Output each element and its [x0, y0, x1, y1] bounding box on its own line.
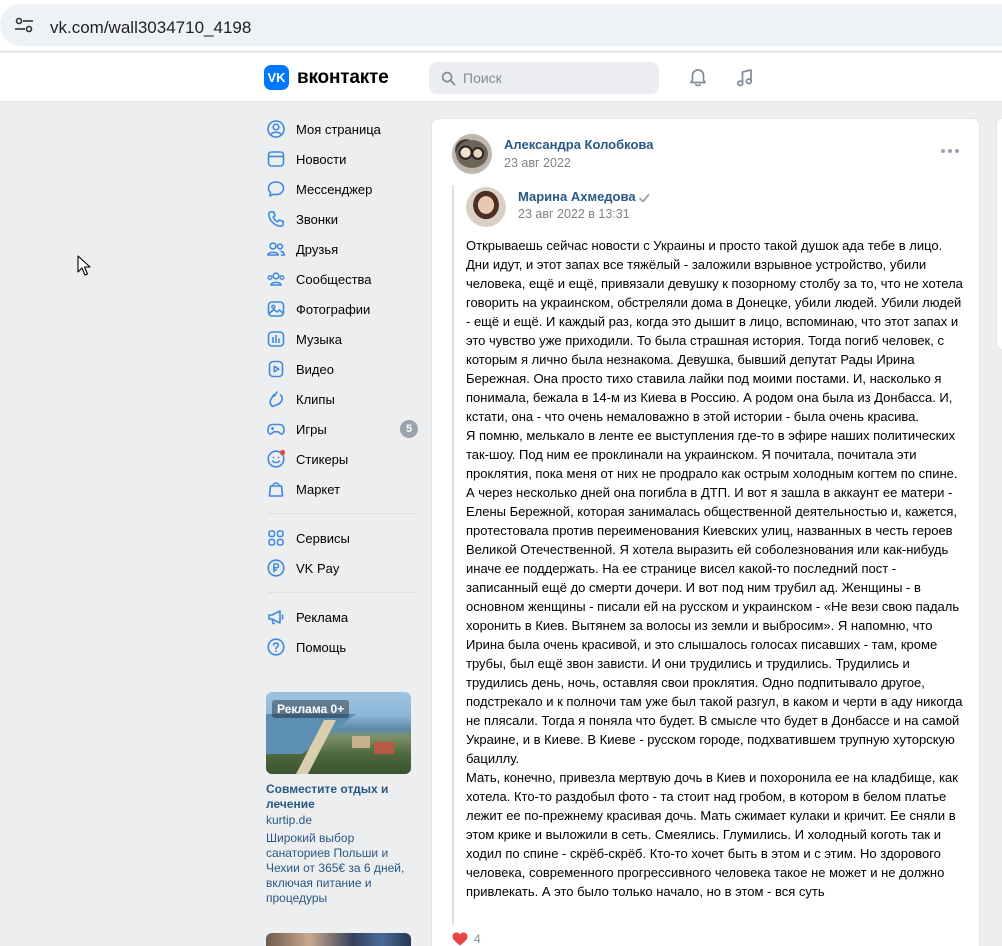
repost-date[interactable]: 23 авг 2022 в 13:31 [518, 207, 630, 221]
sidebar-item-vkpay[interactable]: VK Pay [262, 553, 422, 583]
bell-icon[interactable] [687, 67, 709, 89]
video-icon [268, 360, 284, 378]
sidebar-divider [268, 592, 416, 593]
url-text[interactable]: vk.com/wall3034710_4198 [50, 18, 251, 38]
post-paragraph: Открываешь сейчас новости с Украины и пр… [466, 238, 963, 424]
services-icon [268, 530, 284, 546]
sidebar-item-label: Стикеры [296, 451, 349, 467]
post-text: Открываешь сейчас новости с Украины и пр… [466, 236, 966, 901]
sidebar-item-label: Моя страница [296, 121, 381, 137]
more-options-icon[interactable] [940, 147, 960, 155]
friends-icon [267, 242, 286, 256]
sidebar-item-label: Звонки [296, 211, 338, 227]
sidebar-item-label: Сообщества [296, 271, 372, 287]
sidebar-item-label: Музыка [296, 331, 342, 347]
search-icon [441, 71, 456, 86]
ad-title[interactable]: Совместите отдых и лечение [266, 782, 412, 812]
sidebar-item-messenger[interactable]: Мессенджер [262, 174, 422, 204]
repost-author-name[interactable]: Марина Ахмедова [518, 189, 636, 204]
sidebar-item-label: Мессенджер [296, 181, 373, 197]
sidebar-item-label: Реклама [296, 609, 349, 625]
sidebar-divider [268, 513, 416, 514]
music-icon[interactable] [734, 67, 756, 89]
megaphone-icon [268, 610, 284, 625]
post-author-name[interactable]: Александра Колобкова [504, 137, 653, 152]
news-icon [267, 151, 285, 167]
games-count-badge: 5 [400, 420, 418, 438]
gamepad-icon [267, 423, 285, 435]
sidebar-item-news[interactable]: Новости [262, 144, 422, 174]
like-button[interactable]: 4 [452, 932, 481, 946]
sidebar-item-label: Фотографии [296, 301, 371, 317]
vk-logo-mark: VK [264, 65, 289, 90]
sidebar-item-video[interactable]: Видео [262, 354, 422, 384]
sticker-icon [267, 449, 286, 468]
repost-indicator-line [452, 185, 454, 925]
post-date[interactable]: 23 авг 2022 [504, 156, 571, 170]
music-bars-icon [267, 331, 285, 347]
photo-icon [267, 301, 285, 317]
ad-image[interactable]: Реклама 0+ [266, 692, 411, 774]
repost-author-avatar[interactable] [466, 187, 506, 227]
sidebar-item-label: Клипы [296, 391, 335, 407]
sidebar-item-music[interactable]: Музыка [262, 324, 422, 354]
url-bar[interactable]: vk.com/wall3034710_4198 [0, 4, 1002, 46]
right-column-card [996, 118, 1002, 350]
sidebar-item-stickers[interactable]: Стикеры [262, 444, 422, 474]
sidebar-item-label: Игры [296, 421, 327, 437]
sidebar-item-clips[interactable]: Клипы [262, 384, 422, 414]
sidebar-item-label: Новости [296, 151, 347, 167]
verified-check-icon [639, 194, 650, 203]
sidebar-item-calls[interactable]: Звонки [262, 204, 422, 234]
sidebar-item-my-page[interactable]: Моя страница [262, 114, 422, 144]
sidebar-item-communities[interactable]: Сообщества [262, 264, 422, 294]
sidebar-ad-next-image[interactable] [266, 933, 411, 946]
sidebar-item-games[interactable]: Игры 5 [262, 414, 422, 444]
sidebar-item-label: Видео [296, 361, 334, 377]
sidebar-item-label: VK Pay [296, 560, 340, 576]
chat-icon [267, 181, 285, 197]
help-icon [267, 638, 285, 656]
left-sidebar: Моя страница Новости Мессенджер Звонки Д… [262, 114, 422, 662]
wall-post: Александра Колобкова 23 авг 2022 Марина … [431, 118, 980, 946]
search-input[interactable] [463, 62, 653, 94]
sidebar-item-photos[interactable]: Фотографии [262, 294, 422, 324]
author-avatar[interactable] [452, 134, 492, 174]
clips-icon [269, 391, 283, 408]
sidebar-item-label: Друзья [296, 241, 339, 257]
heart-icon [452, 932, 468, 946]
search-box[interactable] [429, 62, 659, 94]
vk-logo[interactable]: VK вконтакте [264, 65, 389, 90]
phone-icon [268, 211, 284, 227]
ad-description[interactable]: Широкий выбор санаториев Польши и Чехии … [266, 831, 412, 906]
vkpay-icon [267, 559, 285, 577]
sidebar-item-label: Маркет [296, 481, 341, 497]
sidebar-item-services[interactable]: Сервисы [262, 523, 422, 553]
user-icon [267, 120, 285, 138]
market-icon [268, 482, 284, 497]
site-settings-icon[interactable] [14, 17, 34, 33]
post-paragraph: Я помню, мелькало в ленте ее выступления… [466, 428, 963, 766]
like-count: 4 [474, 932, 481, 946]
site-header: VK вконтакте [0, 53, 1002, 102]
sidebar-ad[interactable]: Реклама 0+ Совместите отдых и лечение ku… [266, 692, 412, 906]
communities-icon [267, 272, 285, 286]
ad-domain[interactable]: kurtip.de [266, 813, 412, 828]
sidebar-item-friends[interactable]: Друзья [262, 234, 422, 264]
ad-age-tag: Реклама 0+ [272, 700, 350, 718]
sidebar-item-label: Сервисы [296, 530, 350, 546]
mouse-cursor-icon [77, 255, 91, 276]
vk-logo-text: вконтакте [297, 66, 389, 88]
sidebar-item-ads[interactable]: Реклама [262, 602, 422, 632]
browser-address-bar: vk.com/wall3034710_4198 [0, 0, 1002, 52]
sidebar-item-help[interactable]: Помощь [262, 632, 422, 662]
post-paragraph: Мать, конечно, привезла мертвую дочь в К… [466, 770, 958, 899]
sidebar-item-market[interactable]: Маркет [262, 474, 422, 504]
sidebar-item-label: Помощь [296, 639, 347, 655]
